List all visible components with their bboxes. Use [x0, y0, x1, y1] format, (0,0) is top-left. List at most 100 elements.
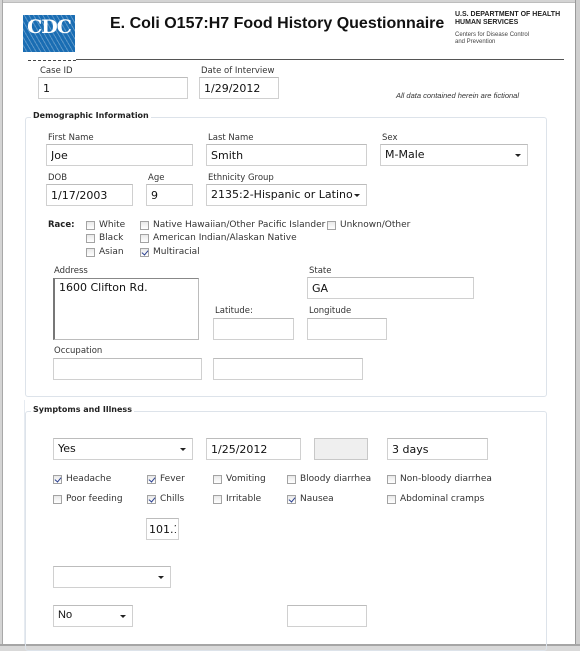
checkbox-icon [140, 220, 149, 230]
first-name-label: First Name [48, 133, 94, 143]
checkbox-label: Fever [160, 474, 185, 484]
race-checkbox-american-indian[interactable]: American Indian/Alaskan Native [140, 233, 297, 243]
symptom-checkbox-nausea[interactable]: Nausea [287, 494, 334, 504]
longitude-input[interactable] [307, 318, 387, 340]
first-name-input[interactable] [46, 144, 193, 166]
last-name-label: Last Name [208, 133, 254, 143]
fictional-data-notice: All data contained herein are fictional [396, 91, 519, 100]
race-label: Race: [48, 220, 75, 230]
checkbox-label: Non-bloody diarrhea [400, 474, 492, 484]
checkbox-label: Bloody diarrhea [300, 474, 372, 484]
checkbox-label: Vomiting [226, 474, 266, 484]
checkbox-icon [327, 220, 336, 230]
dob-input[interactable] [46, 184, 133, 206]
extra-symptom-select[interactable] [53, 566, 171, 588]
race-checkbox-native-hawaiian[interactable]: Native Hawaiian/Other Pacific Islander [140, 220, 325, 230]
symptom-checkbox-vomiting[interactable]: Vomiting [213, 474, 266, 484]
page-title: E. Coli O157:H7 Food History Questionnai… [110, 15, 445, 32]
checkbox-icon [86, 220, 95, 230]
symptoms-section-title: Symptoms and Illness [31, 405, 134, 414]
checkbox-icon [140, 233, 149, 243]
checkbox-label: Native Hawaiian/Other Pacific Islander [153, 220, 326, 230]
symptom-checkbox-irritable[interactable]: Irritable [213, 494, 261, 504]
chevron-down-icon [354, 194, 360, 197]
ill-select-value: Yes [58, 442, 76, 455]
checkbox-label: Irritable [226, 494, 262, 504]
chevron-down-icon [180, 448, 186, 451]
followup-select-value: No [58, 609, 73, 621]
vertical-scrollbar[interactable] [575, 0, 580, 651]
checkbox-label: Unknown/Other [340, 220, 411, 230]
occupation-label: Occupation [54, 346, 103, 356]
checkbox-icon [213, 494, 222, 504]
sex-select-value: M-Male [385, 148, 425, 161]
checkbox-label: White [99, 220, 126, 230]
agency-line-2: HUMAN SERVICES [455, 19, 519, 26]
agency-subtitle: Centers for Disease Control and Preventi… [455, 32, 555, 46]
sex-label: Sex [382, 133, 398, 143]
last-name-input[interactable] [206, 144, 367, 166]
symptom-checkbox-abdominal-cramps[interactable]: Abdominal cramps [387, 494, 484, 504]
symptom-checkbox-chills[interactable]: Chills [147, 494, 184, 504]
checkbox-checked-icon [287, 494, 296, 504]
symptom-checkbox-bloody-diarrhea[interactable]: Bloody diarrhea [287, 474, 371, 484]
age-label: Age [148, 173, 165, 183]
agency-sub-2: and Prevention [455, 39, 496, 45]
checkbox-icon [86, 247, 95, 257]
sex-select[interactable]: M-Male [380, 144, 528, 166]
checkbox-checked-icon [140, 247, 149, 257]
checkbox-label: Headache [66, 474, 112, 484]
checkbox-label: Nausea [300, 494, 334, 504]
chevron-down-icon [120, 615, 126, 618]
symptom-checkbox-non-bloody-diarrhea[interactable]: Non-bloody diarrhea [387, 474, 492, 484]
checkbox-label: Asian [99, 247, 124, 257]
case-id-label: Case ID [40, 66, 73, 76]
address-textarea[interactable]: 1600 Clifton Rd. [53, 278, 199, 340]
race-checkbox-multiracial[interactable]: Multiracial [140, 247, 200, 257]
state-input[interactable] [307, 277, 474, 299]
checkbox-label: Poor feeding [66, 494, 123, 504]
cdc-logo: CDC [23, 15, 75, 52]
symptom-checkbox-fever[interactable]: Fever [147, 474, 185, 484]
age-input[interactable] [146, 184, 193, 206]
duration-input[interactable] [387, 438, 488, 460]
followup-input[interactable] [287, 605, 367, 627]
interview-date-input[interactable] [199, 77, 279, 99]
ill-select[interactable]: Yes [53, 438, 193, 460]
checkbox-label: Black [99, 233, 124, 243]
agency-name: U.S. DEPARTMENT OF HEALTH HUMAN SERVICES [455, 11, 575, 27]
occupation-extra-input[interactable] [213, 358, 363, 380]
demographic-section-title: Demographic Information [31, 111, 151, 120]
race-checkbox-black[interactable]: Black [86, 233, 123, 243]
checkbox-icon [387, 474, 396, 484]
ethnicity-select-value: 2135:2-Hispanic or Latino [211, 188, 353, 201]
latitude-input[interactable] [213, 318, 294, 340]
temperature-input[interactable] [146, 518, 179, 540]
race-checkbox-unknown[interactable]: Unknown/Other [327, 220, 410, 230]
logo-text: CDC [27, 16, 72, 38]
followup-select[interactable]: No [53, 605, 133, 627]
checkbox-icon [86, 233, 95, 243]
interview-date-label: Date of Interview [201, 66, 275, 76]
checkbox-checked-icon [147, 474, 156, 484]
onset-date-input[interactable] [206, 438, 301, 460]
ethnicity-select[interactable]: 2135:2-Hispanic or Latino [206, 184, 367, 206]
agency-sub-1: Centers for Disease Control [455, 32, 530, 38]
longitude-label: Longitude [309, 306, 352, 316]
case-id-input[interactable] [38, 77, 188, 99]
occupation-input[interactable] [53, 358, 202, 380]
onset-time-input[interactable] [314, 438, 368, 460]
address-label: Address [54, 266, 88, 276]
checkbox-label: Abdominal cramps [400, 494, 485, 504]
window-frame-left [0, 0, 3, 651]
header-divider [76, 59, 564, 60]
chevron-down-icon [515, 154, 521, 157]
race-checkbox-asian[interactable]: Asian [86, 247, 124, 257]
symptom-checkbox-headache[interactable]: Headache [53, 474, 111, 484]
symptom-checkbox-poor-feeding[interactable]: Poor feeding [53, 494, 123, 504]
chevron-down-icon [158, 576, 164, 579]
logo-divider [28, 60, 76, 61]
race-checkbox-white[interactable]: White [86, 220, 125, 230]
agency-line-1: U.S. DEPARTMENT OF HEALTH [455, 11, 561, 18]
window-frame-top [0, 0, 580, 3]
